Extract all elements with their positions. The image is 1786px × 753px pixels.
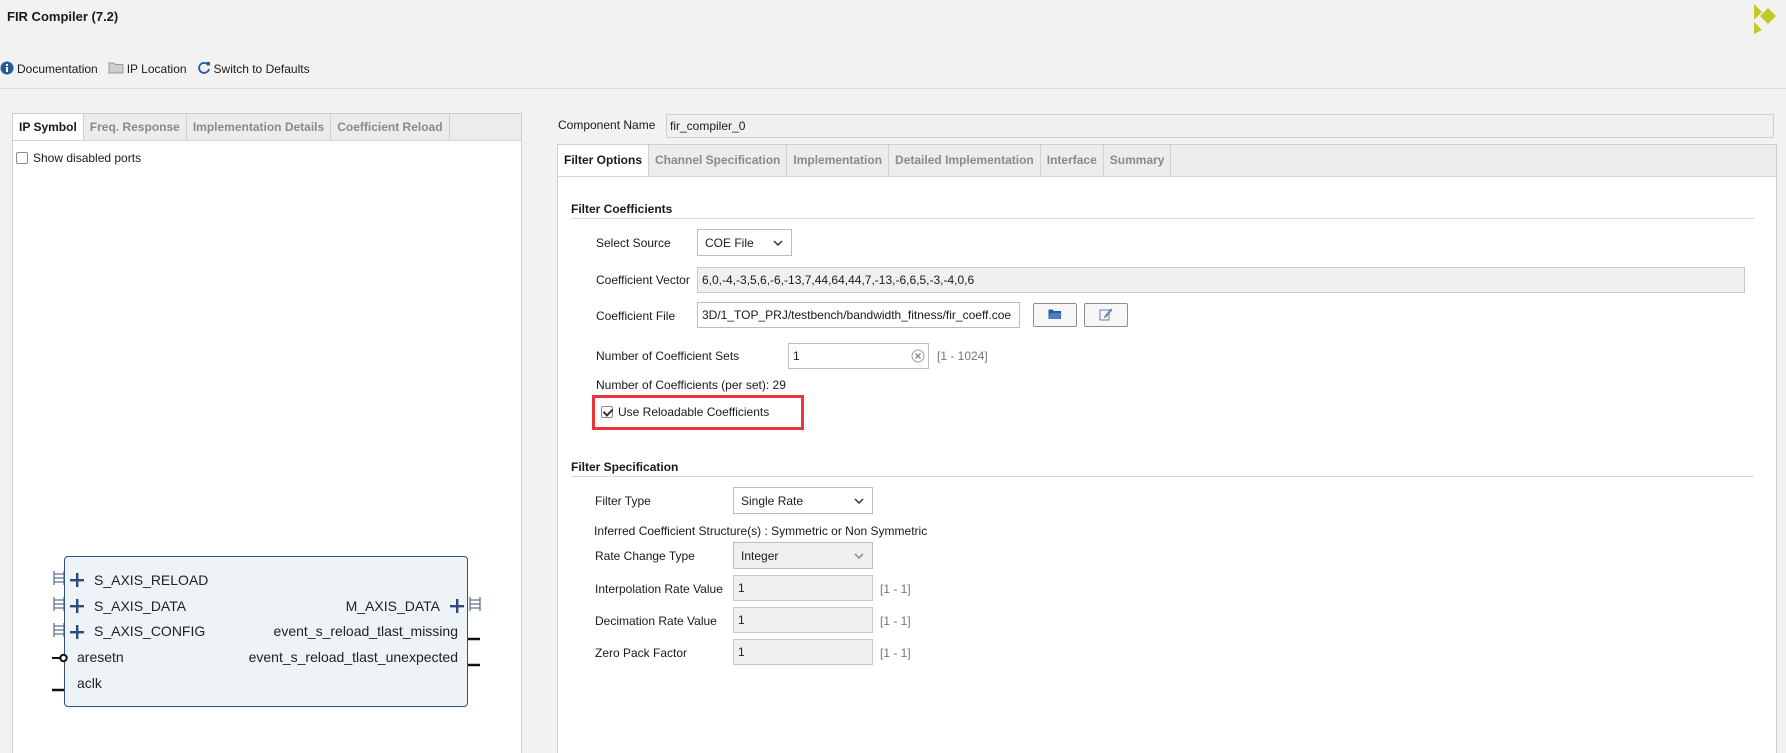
decimation-rate-range: [1 - 1] [880,614,911,628]
num-coefficient-sets-input[interactable]: 1 [788,343,929,369]
folder-open-icon [1048,308,1062,323]
section-divider [571,218,1754,219]
num-coefficient-sets-label: Number of Coefficient Sets [596,349,740,363]
show-disabled-ports-checkbox[interactable] [16,152,28,164]
refresh-icon [197,61,214,78]
filter-coefficients-heading: Filter Coefficients [571,202,673,216]
pin-line-icon [52,681,64,695]
tab-ip-symbol[interactable]: IP Symbol [13,114,84,140]
select-source-label: Select Source [596,236,671,250]
tab-interface[interactable]: Interface [1041,145,1104,176]
port-s-axis-reload: S_AXIS_RELOAD [94,572,209,588]
edit-icon [1099,307,1113,324]
folder-icon [108,61,127,77]
component-name-label: Component Name [558,118,656,132]
filter-specification-heading: Filter Specification [571,460,679,474]
tab-coefficient-reload[interactable]: Coefficient Reload [331,114,450,140]
chevron-down-icon [773,237,783,251]
toolbar: Documentation IP Location Switch to Defa… [0,60,320,78]
info-icon [0,61,17,78]
ip-location-label: IP Location [126,62,187,76]
coefficient-file-label: Coefficient File [596,309,676,323]
clear-icon[interactable] [911,349,925,366]
tab-implementation[interactable]: Implementation [787,145,890,176]
coefficient-vector-label: Coefficient Vector [596,273,690,287]
bus-connector-icon [52,571,66,588]
show-disabled-ports-row: Show disabled ports [16,151,141,165]
documentation-button[interactable]: Documentation [0,61,98,78]
zero-pack-factor-label: Zero Pack Factor [595,646,688,660]
inferred-structure-text: Inferred Coefficient Structure(s) : Symm… [594,524,928,538]
num-coefficients-text: Number of Coefficients (per set): 29 [596,378,786,392]
edit-file-button[interactable] [1084,303,1128,327]
filter-type-label: Filter Type [595,494,651,508]
left-tabs: IP Symbol Freq. Response Implementation … [13,114,521,141]
tab-detailed-implementation[interactable]: Detailed Implementation [889,145,1041,176]
coefficient-file-input[interactable]: 3D/1_TOP_PRJ/testbench/bandwidth_fitness… [697,302,1020,328]
interpolation-rate-label: Interpolation Rate Value [595,582,723,596]
toolbar-divider [0,88,1786,89]
ip-location-button[interactable]: IP Location [108,61,187,77]
interpolation-rate-range: [1 - 1] [880,582,911,596]
tab-implementation-details[interactable]: Implementation Details [187,114,332,140]
rate-change-type-dropdown[interactable]: Integer [733,542,873,569]
select-source-value: COE File [705,236,754,250]
bus-connector-icon [52,623,66,640]
port-s-axis-data: S_AXIS_DATA [94,598,187,614]
expand-plus-icon[interactable] [70,573,84,590]
num-coefficient-sets-range: [1 - 1024] [937,349,988,363]
tab-freq-response[interactable]: Freq. Response [84,114,187,140]
interpolation-rate-input[interactable]: 1 [733,575,873,601]
port-event-s-reload-tlast-missing: event_s_reload_tlast_missing [273,623,458,639]
show-disabled-ports-label: Show disabled ports [33,151,142,165]
highlight-box [592,395,804,430]
rate-change-type-label: Rate Change Type [595,549,695,563]
chevron-down-icon [854,550,864,564]
section-divider [571,476,1754,477]
expand-plus-icon[interactable] [450,599,464,616]
window-title: FIR Compiler (7.2) [7,9,119,24]
component-name-input[interactable]: fir_compiler_0 [666,114,1774,138]
select-source-dropdown[interactable]: COE File [697,229,792,256]
expand-plus-icon[interactable] [70,599,84,616]
right-tabs: Filter Options Channel Specification Imp… [558,145,1776,177]
bus-connector-icon [468,597,482,614]
browse-file-button[interactable] [1033,303,1077,327]
xilinx-logo-icon [1746,0,1776,37]
port-aresetn: aresetn [77,649,124,665]
port-s-axis-config: S_AXIS_CONFIG [94,623,206,639]
tab-filter-options[interactable]: Filter Options [558,145,649,176]
expand-plus-icon[interactable] [70,625,84,642]
zero-pack-factor-range: [1 - 1] [880,646,911,660]
bus-connector-icon [52,597,66,614]
tab-channel-specification[interactable]: Channel Specification [649,145,788,176]
tab-summary[interactable]: Summary [1104,145,1172,176]
zero-pack-factor-input[interactable]: 1 [733,639,873,665]
switch-to-defaults-button[interactable]: Switch to Defaults [197,61,310,78]
port-event-s-reload-tlast-unexpected: event_s_reload_tlast_unexpected [248,649,458,665]
num-coefficient-sets-value: 1 [793,349,800,363]
filter-type-dropdown[interactable]: Single Rate [733,487,873,514]
port-m-axis-data: M_AXIS_DATA [345,598,440,614]
decimation-rate-input[interactable]: 1 [733,607,873,633]
pin-line-icon [468,656,480,670]
decimation-rate-label: Decimation Rate Value [595,614,717,628]
port-aclk: aclk [77,675,102,691]
pin-line-icon [468,630,480,644]
coefficient-vector-input[interactable]: 6,0,-4,-3,5,6,-6,-13,7,44,64,44,7,-13,-6… [697,267,1745,293]
filter-type-value: Single Rate [741,494,804,508]
chevron-down-icon [854,495,864,509]
active-low-pin-icon [52,652,68,666]
documentation-label: Documentation [17,62,98,76]
rate-change-type-value: Integer [741,549,779,563]
switch-to-defaults-label: Switch to Defaults [213,62,310,76]
